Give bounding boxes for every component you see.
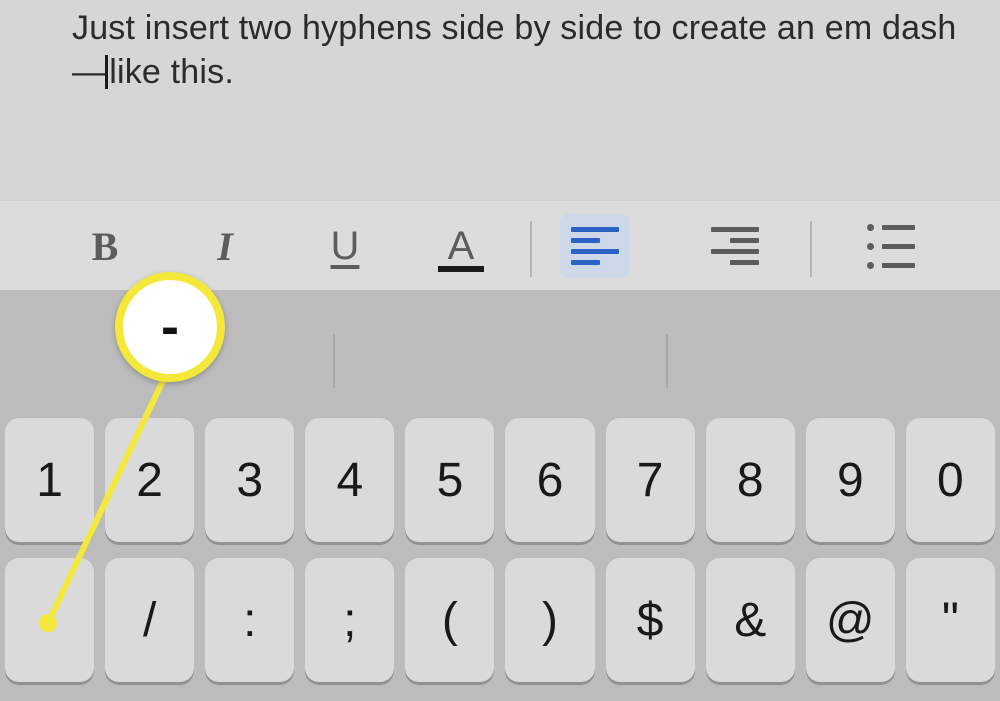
key-1[interactable]: 1: [5, 418, 94, 542]
underline-button[interactable]: U: [310, 214, 380, 278]
annotation-endpoint: [39, 614, 57, 632]
key-close-paren[interactable]: ): [505, 558, 594, 682]
suggestion-separator: [666, 334, 668, 388]
keyboard-row-1: 1 2 3 4 5 6 7 8 9 0: [5, 418, 995, 542]
text-color-button[interactable]: A: [426, 214, 496, 278]
align-right-button[interactable]: [700, 214, 770, 278]
bulleted-list-button[interactable]: [856, 214, 926, 278]
toolbar-separator: [810, 221, 812, 277]
key-0[interactable]: 0: [906, 418, 995, 542]
key-ampersand[interactable]: &: [706, 558, 795, 682]
document-area[interactable]: Just insert two hyphens side by side to …: [0, 0, 1000, 200]
key-slash[interactable]: /: [105, 558, 194, 682]
key-4[interactable]: 4: [305, 418, 394, 542]
key-6[interactable]: 6: [505, 418, 594, 542]
toolbar-separator: [530, 221, 532, 277]
key-open-paren[interactable]: (: [405, 558, 494, 682]
text-color-underline: [438, 266, 484, 272]
annotation-callout: -: [115, 272, 225, 382]
key-at[interactable]: @: [806, 558, 895, 682]
key-2[interactable]: 2: [105, 418, 194, 542]
align-right-icon: [711, 227, 759, 265]
key-colon[interactable]: :: [205, 558, 294, 682]
key-double-quote[interactable]: ": [906, 558, 995, 682]
align-left-icon: [571, 227, 619, 265]
annotation-symbol: -: [161, 296, 179, 358]
bold-icon: B: [92, 223, 119, 270]
suggestion-separator: [333, 334, 335, 388]
keyboard-row-2: - / : ; ( ) $ & @ ": [5, 558, 995, 682]
key-8[interactable]: 8: [706, 418, 795, 542]
bulleted-list-icon: [867, 224, 915, 269]
italic-icon: I: [217, 223, 233, 270]
bold-button[interactable]: B: [70, 214, 140, 278]
key-dollar[interactable]: $: [606, 558, 695, 682]
key-semicolon[interactable]: ;: [305, 558, 394, 682]
text-color-icon: A: [448, 224, 475, 269]
key-9[interactable]: 9: [806, 418, 895, 542]
align-left-button[interactable]: [560, 214, 630, 278]
document-text[interactable]: Just insert two hyphens side by side to …: [72, 6, 980, 94]
italic-button[interactable]: I: [190, 214, 260, 278]
key-5[interactable]: 5: [405, 418, 494, 542]
text-caret: [105, 55, 108, 89]
key-7[interactable]: 7: [606, 418, 695, 542]
underline-icon: U: [331, 224, 360, 269]
text-after-caret: like this.: [109, 53, 234, 91]
key-3[interactable]: 3: [205, 418, 294, 542]
